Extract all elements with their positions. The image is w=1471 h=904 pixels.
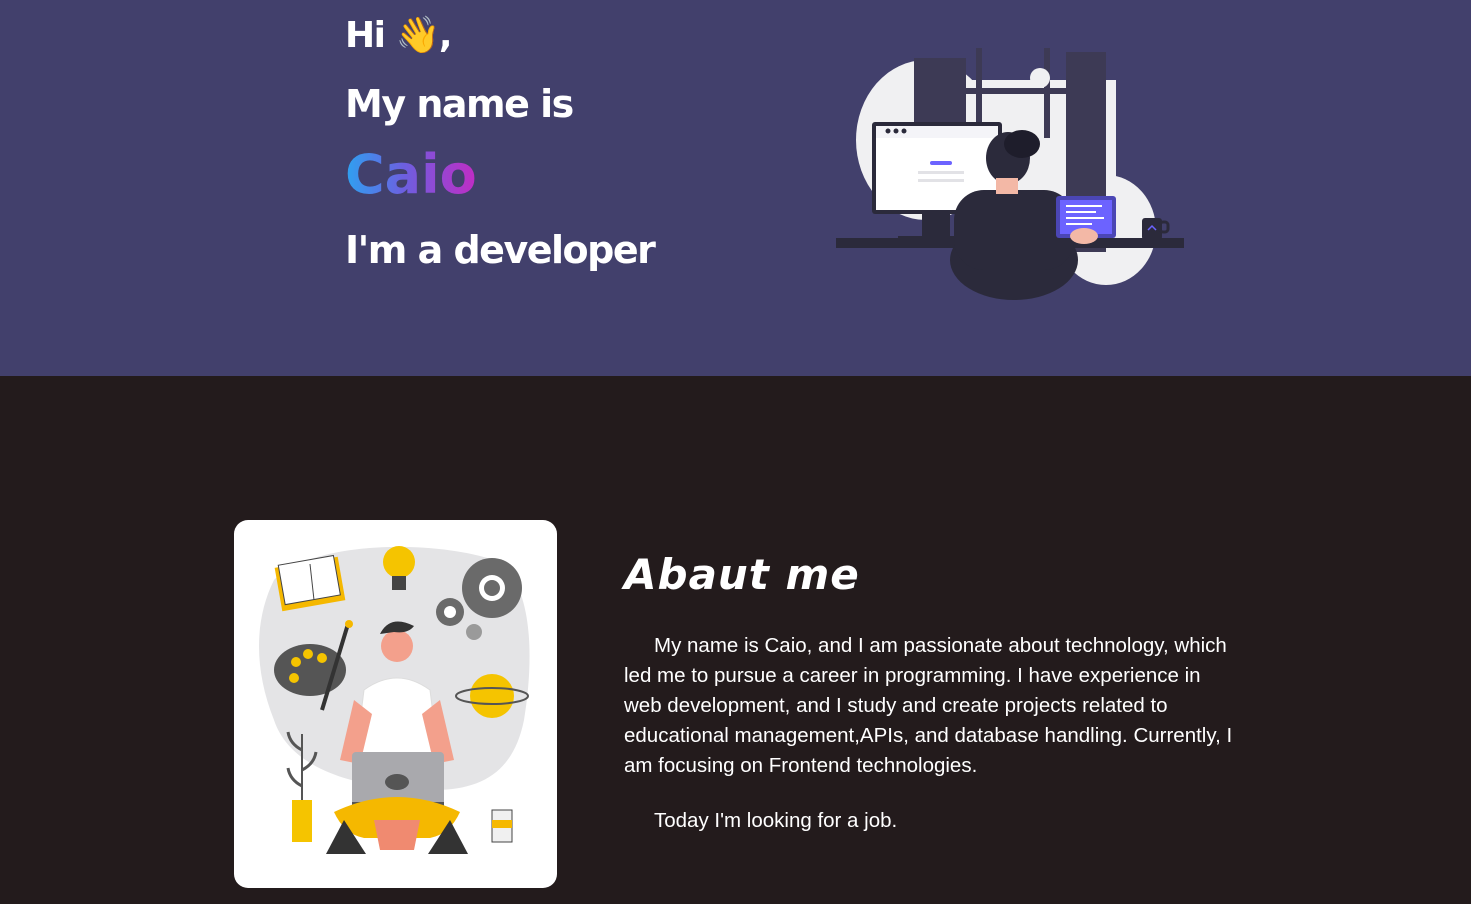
about-paragraph: My name is Caio, and I am passionate abo… (624, 634, 1233, 777)
about-title: Abaut me (624, 550, 860, 599)
about-section: Abaut me My name is Caio, and I am passi… (0, 376, 1471, 904)
about-description: My name is Caio, and I am passionate abo… (624, 631, 1234, 836)
hero-section: Hi 👋, My name is Caio I'm a developer (0, 0, 1471, 376)
about-illustration-card (234, 520, 557, 888)
about-paragraph: Today I'm looking for a job. (654, 809, 898, 832)
greeting: Hi 👋, (345, 15, 453, 56)
name-intro: My name is (345, 82, 574, 126)
role-text: I'm a developer (345, 228, 656, 272)
name-highlight: Caio (345, 143, 477, 206)
developer-at-desk-illustration (836, 48, 1184, 300)
creative-developer-illustration (259, 546, 530, 854)
